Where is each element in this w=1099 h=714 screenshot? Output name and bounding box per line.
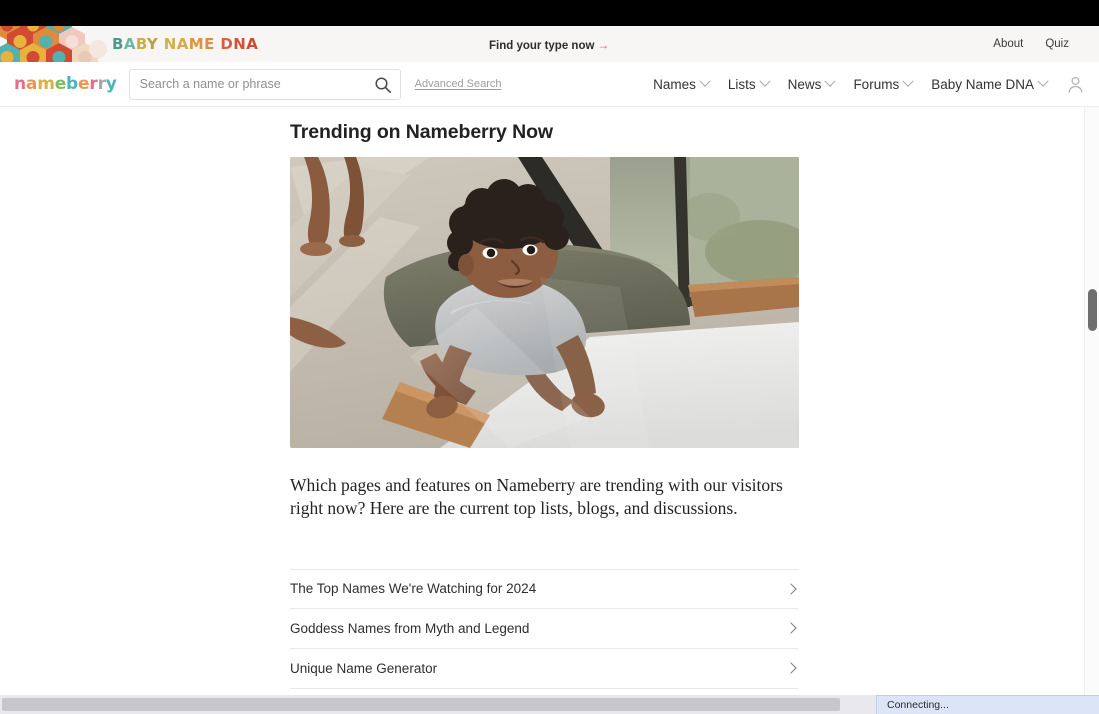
status-bar: Connecting...	[876, 695, 1099, 714]
vertical-scrollbar-thumb[interactable]	[1088, 289, 1097, 331]
trending-item-top-names[interactable]: The Top Names We're Watching for 2024	[290, 568, 799, 609]
nav-label: Names	[653, 76, 696, 92]
search-icon[interactable]	[374, 76, 392, 94]
chevron-down-icon	[824, 75, 837, 87]
article-body: Trending on Nameberry Now Which pages an…	[0, 107, 1080, 689]
chevron-down-icon	[902, 75, 914, 87]
article-lede: Which pages and features on Nameberry ar…	[290, 475, 783, 519]
chevron-right-icon	[785, 622, 797, 634]
chevron-down-icon	[699, 75, 711, 87]
nav-item-news[interactable]: News	[787, 75, 837, 92]
horizontal-scrollbar-thumb[interactable]	[2, 698, 840, 711]
promo-cta-label: Find your type now	[489, 40, 595, 52]
user-avatar-icon[interactable]	[1066, 75, 1085, 94]
trending-item-label: The Top Names We're Watching for 2024	[290, 581, 537, 597]
hero-image	[290, 157, 799, 448]
status-text: Connecting...	[887, 699, 949, 711]
nav-label: Baby Name DNA	[931, 76, 1034, 92]
trending-item-label: Goddess Names from Myth and Legend	[290, 620, 530, 636]
page-title: Trending on Nameberry Now	[290, 121, 553, 143]
trending-item-unique-name-generator[interactable]: Unique Name Generator	[290, 649, 799, 689]
nav-item-names[interactable]: Names	[653, 75, 711, 92]
promo-title: BABY NAME DNA	[112, 35, 259, 53]
about-link[interactable]: About	[993, 38, 1023, 50]
chevron-down-icon	[759, 75, 771, 87]
nav-items: Names Lists News Forums Baby Name DNA	[653, 75, 1085, 94]
quiz-link[interactable]: Quiz	[1045, 38, 1069, 50]
find-your-type-link[interactable]: Find your type now →	[489, 38, 609, 52]
nav-label: News	[787, 76, 822, 92]
main-navbar: nameberry Advanced Search Names Lists Ne…	[0, 62, 1099, 107]
nav-item-baby-name-dna[interactable]: Baby Name DNA	[931, 75, 1049, 92]
nav-item-lists[interactable]: Lists	[727, 75, 771, 92]
trending-list: The Top Names We're Watching for 2024 Go…	[290, 568, 799, 689]
nav-item-forums[interactable]: Forums	[853, 75, 914, 92]
chevron-right-icon	[785, 662, 797, 674]
vertical-scrollbar[interactable]	[1084, 107, 1099, 695]
chevron-right-icon	[785, 582, 797, 595]
arrow-right-icon: →	[597, 38, 610, 52]
search-box[interactable]	[128, 68, 401, 100]
search-input[interactable]	[139, 70, 366, 98]
nav-label: Lists	[727, 76, 756, 92]
browser-chrome-strip	[0, 0, 1099, 26]
trending-item-goddess-names[interactable]: Goddess Names from Myth and Legend	[290, 609, 799, 649]
promo-links: About Quiz	[993, 38, 1069, 50]
nav-label: Forums	[853, 76, 900, 92]
promo-banner: BABY NAME DNA Find your type now → About …	[0, 26, 1099, 62]
trending-item-label: Unique Name Generator	[290, 660, 438, 676]
chevron-down-icon	[1037, 75, 1049, 87]
advanced-search-link[interactable]: Advanced Search	[415, 78, 502, 90]
nameberry-logo[interactable]: nameberry	[14, 74, 117, 94]
